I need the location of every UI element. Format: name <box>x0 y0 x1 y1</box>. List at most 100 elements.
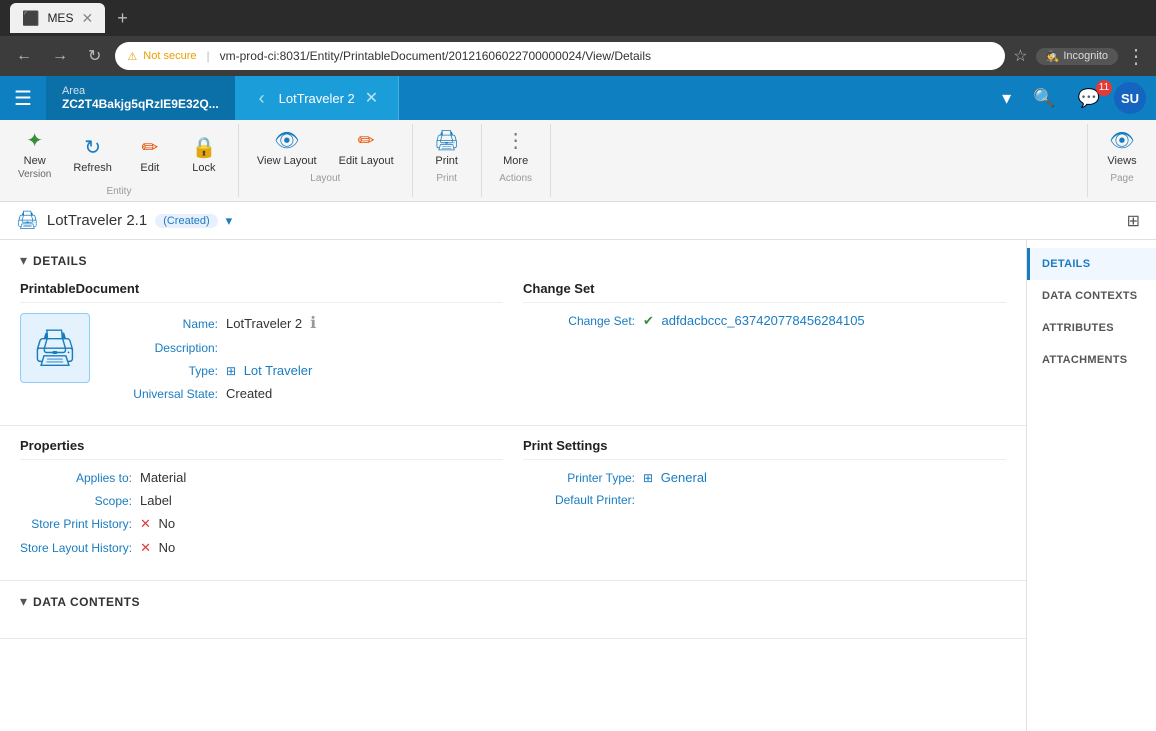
refresh-button[interactable]: ↻ Refresh <box>63 124 122 184</box>
info-icon[interactable]: ℹ <box>310 313 316 333</box>
print-settings-col: Print Settings Printer Type: ⊞ General D… <box>523 438 1006 564</box>
toolbar: ✦ New Version ↻ Refresh ✏ Edit 🔒 Lock En… <box>0 120 1156 202</box>
properties-heading: Properties <box>20 438 503 460</box>
notifications-button[interactable]: 💬 11 <box>1070 84 1108 113</box>
address-bar[interactable]: ⚠ Not secure | vm-prod-ci:8031/Entity/Pr… <box>115 42 1005 70</box>
print-group-label: Print <box>421 173 473 184</box>
store-print-row: Store Print History: ✕ No <box>20 516 503 532</box>
change-set-value[interactable]: ✔ adfdacbccc_637420778456284105 <box>643 313 865 329</box>
view-layout-button[interactable]: 👁 View Layout <box>247 124 327 171</box>
change-set-field-row: Change Set: ✔ adfdacbccc_637420778456284… <box>523 313 1006 329</box>
scope-value: Label <box>140 493 172 508</box>
bookmark-icon[interactable]: ☆ <box>1013 46 1027 66</box>
printable-document-col: PrintableDocument 🖨 Name: LotTraveler 2 … <box>20 281 503 409</box>
applies-to-label: Applies to: <box>20 471 140 485</box>
views-button[interactable]: 👁 Views <box>1096 124 1148 171</box>
refresh-label: Refresh <box>73 162 112 174</box>
page-dropdown-icon[interactable]: ▾ <box>226 213 233 229</box>
incognito-icon: 🕵 <box>1046 50 1060 63</box>
store-print-value-text: No <box>159 516 176 531</box>
sidebar-item-data-contexts[interactable]: DATA CONTEXTS <box>1027 280 1156 312</box>
new-tab-button[interactable]: + <box>117 8 128 29</box>
search-button[interactable]: 🔍 <box>1025 84 1063 113</box>
page-expand-icon[interactable]: ⊞ <box>1127 211 1140 231</box>
browser-tab-mes[interactable]: ⬛ MES ✕ <box>10 3 105 33</box>
browser-menu-icon[interactable]: ⋮ <box>1126 44 1146 69</box>
header-actions: ▾ 🔍 💬 11 SU <box>984 76 1156 120</box>
tab-section: ‹ LotTraveler 2 ✕ <box>235 76 984 120</box>
edit-layout-icon: ✏ <box>358 128 375 153</box>
entity-header: 🖨 Name: LotTraveler 2 ℹ Description: <box>20 313 503 409</box>
edit-layout-button[interactable]: ✏ Edit Layout <box>329 124 404 171</box>
details-section-title: DETAILS <box>33 254 87 268</box>
page-title: LotTraveler 2.1 <box>47 212 147 229</box>
new-version-button[interactable]: ✦ New Version <box>8 124 61 184</box>
store-print-cross-icon: ✕ <box>140 516 151 531</box>
description-field-row: Description: <box>106 341 503 355</box>
user-avatar[interactable]: SU <box>1114 82 1146 114</box>
details-section: ▾ DETAILS PrintableDocument 🖨 Name: LotT… <box>0 240 1026 426</box>
area-section: Area ZC2T4Bakjg5qRzIE9E32Q... <box>46 76 235 120</box>
properties-section: Properties Applies to: Material Scope: L… <box>0 426 1026 581</box>
app-tab-title: LotTraveler 2 <box>279 91 355 106</box>
printer-type-grid-icon: ⊞ <box>643 471 653 485</box>
printer-type-value-text: General <box>661 470 707 485</box>
name-label: Name: <box>106 317 226 331</box>
reload-button[interactable]: ↻ <box>82 42 107 70</box>
new-version-sublabel: Version <box>18 169 51 180</box>
tab-close-icon[interactable]: ✕ <box>81 10 93 27</box>
new-version-label: New <box>24 155 46 167</box>
printer-type-value[interactable]: ⊞ General <box>643 470 707 485</box>
name-field-row: Name: LotTraveler 2 ℹ <box>106 313 503 333</box>
back-button[interactable]: ← <box>10 43 38 69</box>
type-value-text: Lot Traveler <box>244 363 313 378</box>
type-value[interactable]: ⊞ Lot Traveler <box>226 363 312 378</box>
incognito-label: Incognito <box>1063 50 1108 62</box>
incognito-button[interactable]: 🕵 Incognito <box>1036 48 1118 65</box>
store-layout-value-text: No <box>159 540 176 555</box>
page-header: 🖨 LotTraveler 2.1 (Created) ▾ ⊞ <box>0 202 1156 240</box>
more-button[interactable]: ⋮ More <box>490 124 542 171</box>
tab-title: MES <box>47 11 73 25</box>
sidebar-item-details[interactable]: DETAILS <box>1027 248 1156 280</box>
app-tab-close-icon[interactable]: ✕ <box>365 88 378 108</box>
more-label: More <box>503 155 528 167</box>
type-label: Type: <box>106 364 226 378</box>
right-sidebar: DETAILS DATA CONTEXTS ATTRIBUTES ATTACHM… <box>1026 240 1156 731</box>
tab-prev-icon[interactable]: ‹ <box>255 88 269 109</box>
details-toggle-icon[interactable]: ▾ <box>20 252 27 269</box>
type-grid-icon: ⊞ <box>226 364 236 378</box>
lock-button[interactable]: 🔒 Lock <box>178 124 230 184</box>
edit-button[interactable]: ✏ Edit <box>124 124 176 184</box>
refresh-icon: ↻ <box>84 135 101 160</box>
layout-group-label: Layout <box>247 173 404 184</box>
type-field-row: Type: ⊞ Lot Traveler <box>106 363 503 378</box>
universal-state-value: Created <box>226 386 272 401</box>
forward-button[interactable]: → <box>46 43 74 69</box>
app-tab-lottraveler[interactable]: ‹ LotTraveler 2 ✕ <box>235 76 400 120</box>
entity-icon: 🖨 <box>20 313 90 383</box>
toolbar-group-layout: 👁 View Layout ✏ Edit Layout Layout <box>239 124 413 197</box>
edit-layout-label: Edit Layout <box>339 155 394 167</box>
data-contents-section: ▾ DATA CONTENTS <box>0 581 1026 639</box>
store-print-value: ✕ No <box>140 516 175 532</box>
page-badge: (Created) <box>155 214 217 228</box>
toolbar-group-entity: ✦ New Version ↻ Refresh ✏ Edit 🔒 Lock En… <box>0 124 239 197</box>
dropdown-button[interactable]: ▾ <box>994 84 1019 113</box>
change-set-label: Change Set: <box>523 314 643 328</box>
page-group-label: Page <box>1096 173 1148 184</box>
description-label: Description: <box>106 341 226 355</box>
print-button[interactable]: 🖨 Print <box>421 124 473 171</box>
notification-count: 11 <box>1096 80 1112 96</box>
change-set-heading: Change Set <box>523 281 1006 303</box>
data-contents-toggle-icon[interactable]: ▾ <box>20 593 27 610</box>
sidebar-item-attachments[interactable]: ATTACHMENTS <box>1027 344 1156 376</box>
views-icon: 👁 <box>1109 128 1134 153</box>
sidebar-item-attributes[interactable]: ATTRIBUTES <box>1027 312 1156 344</box>
store-layout-cross-icon: ✕ <box>140 540 151 555</box>
hamburger-button[interactable]: ☰ <box>0 76 46 120</box>
lock-icon: 🔒 <box>191 135 216 160</box>
views-label: Views <box>1107 155 1136 167</box>
security-warning-icon: ⚠ <box>127 50 137 63</box>
edit-icon: ✏ <box>142 135 159 160</box>
